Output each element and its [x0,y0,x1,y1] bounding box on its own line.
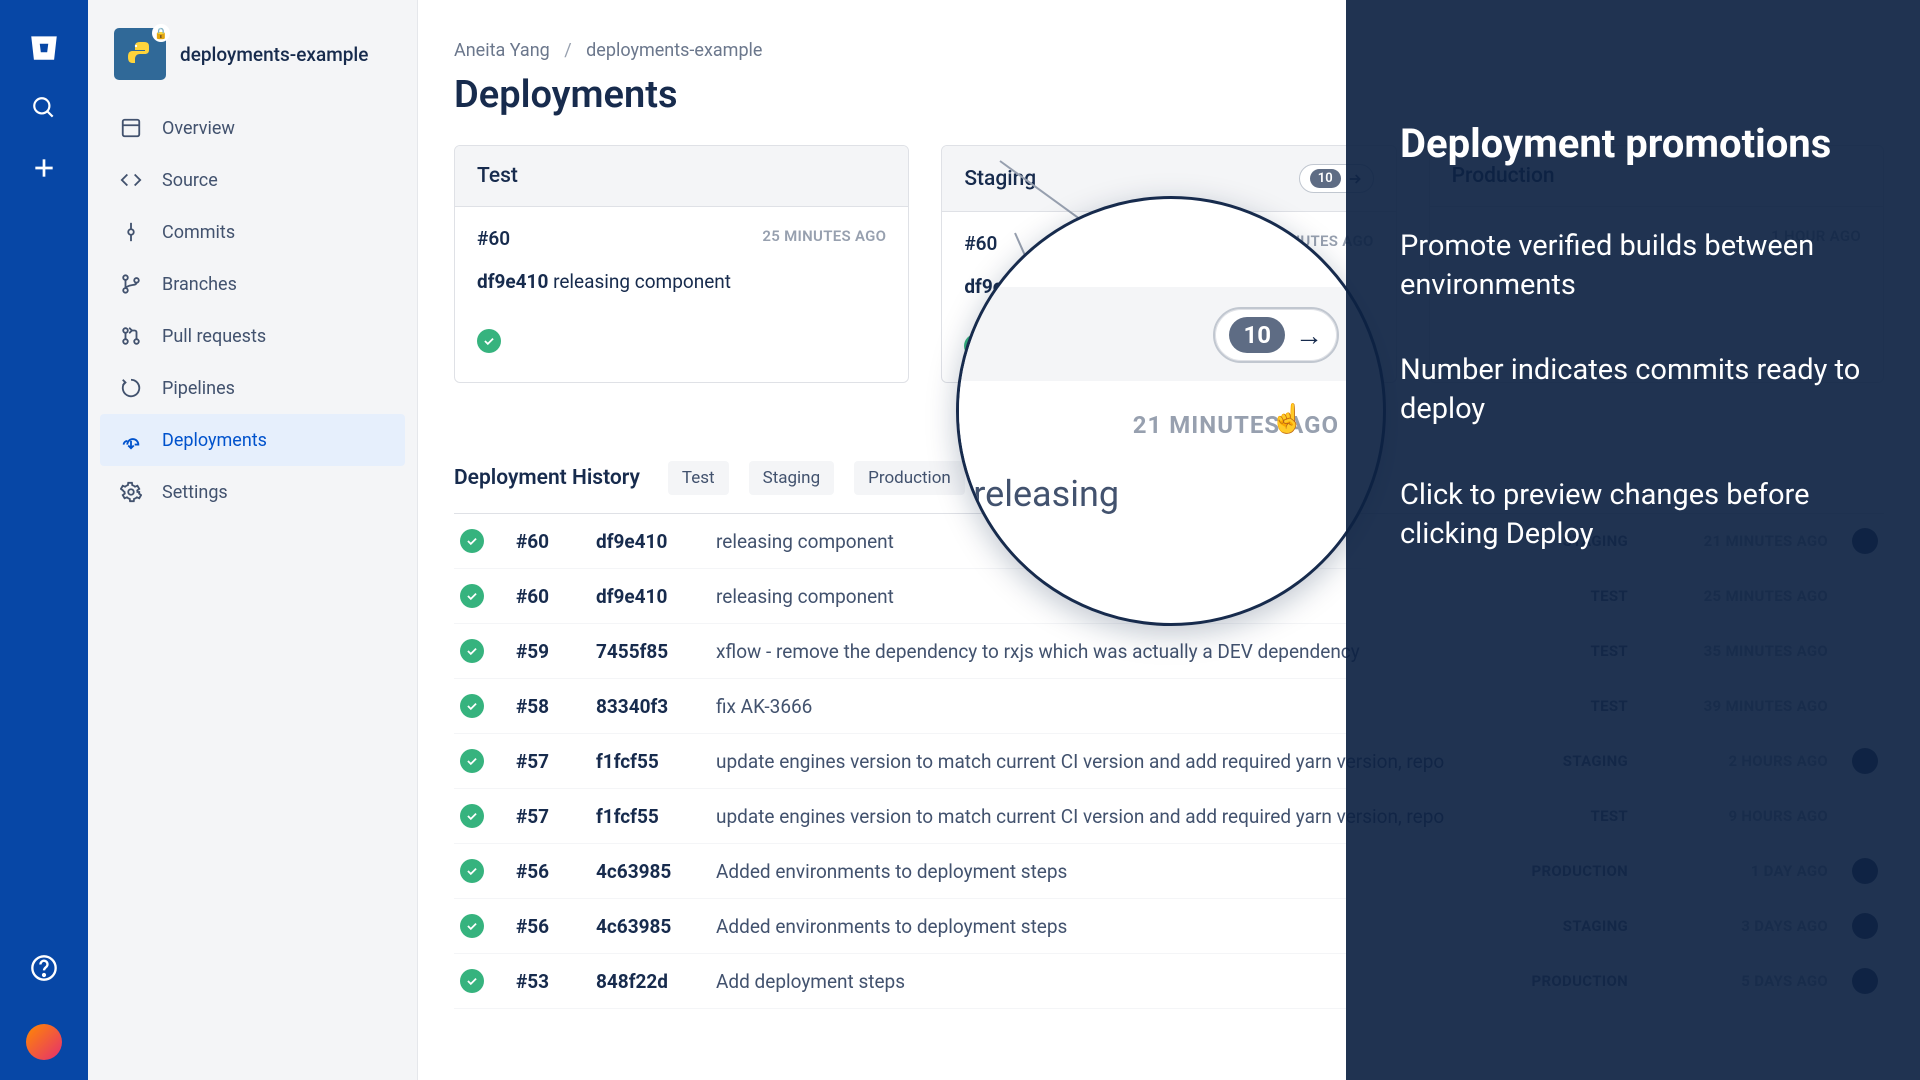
search-icon[interactable] [24,88,64,128]
create-icon[interactable] [24,148,64,188]
row-commit-hash: 848f22d [596,970,716,993]
overview-icon [118,115,144,141]
nav-label: Commits [162,222,235,243]
build-time: 25 MINUTES AGO [762,227,886,250]
nav-label: Deployments [162,430,267,451]
pipelines-icon [118,375,144,401]
status-success-icon [460,584,484,608]
repo-sidebar: 🔒 deployments-example Overview Source Co… [88,0,418,1080]
bitbucket-logo-icon[interactable] [24,28,64,68]
breadcrumb-separator: / [564,40,571,61]
nav-label: Settings [162,482,228,503]
nav-label: Overview [162,118,235,139]
row-build-number: #59 [516,640,596,663]
magnifier-build-message: 10 releasingnt [956,473,1339,557]
env-card-test[interactable]: Test #60 25 MINUTES AGO df9e410 releasing… [454,145,909,383]
sidebar-item-pipelines[interactable]: Pipelines [100,362,405,414]
row-build-number: #57 [516,805,596,828]
deployments-icon [118,427,144,453]
sidebar-item-deployments[interactable]: Deployments [100,414,405,466]
nav-label: Pull requests [162,326,266,347]
branches-icon [118,271,144,297]
row-build-number: #60 [516,530,596,553]
sidebar-item-overview[interactable]: Overview [100,102,405,154]
row-commit-hash: df9e410 [596,530,716,553]
help-icon[interactable] [24,948,64,988]
filter-test[interactable]: Test [668,461,729,495]
filter-production[interactable]: Production [854,461,965,495]
overlay-title: Deployment promotions [1400,120,1866,167]
magnifier-promote-count: 10 [1229,317,1285,353]
sidebar-nav: Overview Source Commits Branches Pull re… [100,102,405,518]
pull-requests-icon [118,323,144,349]
status-success-icon [460,914,484,938]
status-success-icon [460,639,484,663]
row-build-number: #53 [516,970,596,993]
user-avatar[interactable] [26,1024,62,1060]
row-commit-hash: 7455f85 [596,640,716,663]
magnifier-promote-button[interactable]: 10 → [1213,307,1339,363]
history-title: Deployment History [454,466,640,490]
status-success-icon [460,749,484,773]
source-icon [118,167,144,193]
row-build-number: #56 [516,915,596,938]
breadcrumb-owner[interactable]: Aneita Yang [454,40,550,61]
filter-staging[interactable]: Staging [749,461,835,495]
row-commit-hash: 4c63985 [596,860,716,883]
row-build-number: #58 [516,695,596,718]
sidebar-item-settings[interactable]: Settings [100,466,405,518]
nav-label: Pipelines [162,378,235,399]
status-success-icon [477,329,501,353]
row-commit-hash: f1fcf55 [596,805,716,828]
row-commit-hash: df9e410 [596,585,716,608]
promote-count: 10 [1310,169,1341,188]
repo-icon: 🔒 [114,28,166,80]
sidebar-item-source[interactable]: Source [100,154,405,206]
build-message: df9e410 releasing component [477,270,886,293]
info-overlay-panel: Deployment promotions Promote verified b… [1346,0,1920,1080]
row-build-number: #57 [516,750,596,773]
global-navigation-rail [0,0,88,1080]
breadcrumb-repo[interactable]: deployments-example [586,40,762,61]
lock-icon: 🔒 [152,24,170,42]
row-build-number: #60 [516,585,596,608]
nav-label: Branches [162,274,237,295]
repo-title: deployments-example [180,43,368,66]
status-success-icon [460,859,484,883]
row-commit-hash: f1fcf55 [596,750,716,773]
row-build-number: #56 [516,860,596,883]
arrow-right-icon: → [1295,319,1323,352]
pointer-cursor-icon: ☝ [1270,402,1305,435]
commits-icon [118,219,144,245]
status-success-icon [460,529,484,553]
magnifier-callout: g 10 → 21 MINUTES AGO 10 releasingnt [956,196,1386,626]
overlay-paragraph: Promote verified builds between environm… [1400,227,1866,305]
settings-icon [118,479,144,505]
build-number: #60 [477,227,510,250]
overlay-paragraph: Click to preview changes before clicking… [1400,476,1866,554]
status-success-icon [460,969,484,993]
sidebar-item-commits[interactable]: Commits [100,206,405,258]
row-commit-hash: 83340f3 [596,695,716,718]
status-success-icon [460,694,484,718]
sidebar-item-pull-requests[interactable]: Pull requests [100,310,405,362]
status-success-icon [460,804,484,828]
repo-header: 🔒 deployments-example [100,28,405,102]
overlay-paragraph: Number indicates commits ready to deploy [1400,351,1866,429]
row-commit-hash: 4c63985 [596,915,716,938]
nav-label: Source [162,170,218,191]
sidebar-item-branches[interactable]: Branches [100,258,405,310]
env-name: Test [477,164,518,188]
